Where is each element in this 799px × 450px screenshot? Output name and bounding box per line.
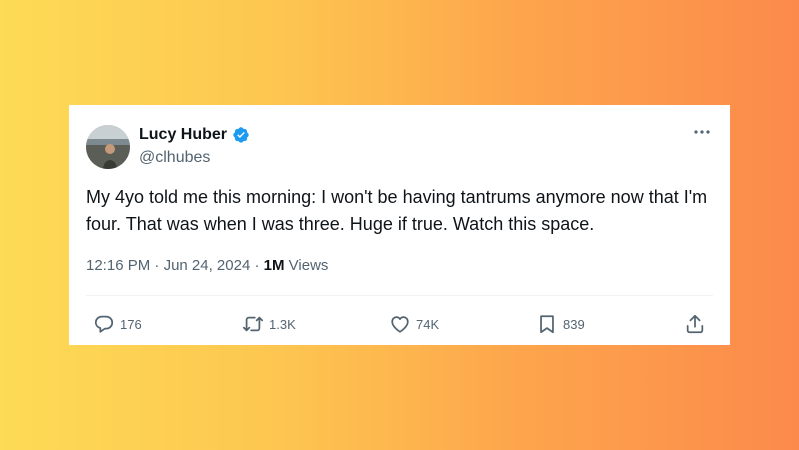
bookmark-count: 839 bbox=[563, 316, 585, 332]
retweet-count: 1.3K bbox=[269, 316, 296, 332]
views-label: Views bbox=[288, 257, 329, 274]
divider bbox=[86, 295, 713, 296]
reply-button[interactable]: 176 bbox=[93, 313, 142, 335]
reply-icon bbox=[93, 313, 115, 335]
bookmark-icon bbox=[536, 313, 558, 335]
reply-count: 176 bbox=[120, 316, 142, 332]
avatar[interactable] bbox=[86, 125, 130, 169]
retweet-button[interactable]: 1.3K bbox=[242, 313, 296, 335]
heart-icon bbox=[389, 313, 411, 335]
share-icon bbox=[684, 313, 706, 335]
tweet-date[interactable]: Jun 24, 2024 bbox=[164, 257, 251, 274]
like-button[interactable]: 74K bbox=[389, 313, 439, 335]
tweet-time[interactable]: 12:16 PM bbox=[86, 257, 150, 274]
retweet-icon bbox=[242, 313, 264, 335]
share-button[interactable] bbox=[684, 313, 706, 335]
avatar-image bbox=[86, 125, 130, 169]
meta-separator: · bbox=[154, 257, 160, 274]
tweet-meta: 12:16 PM · Jun 24, 2024 · 1M Views bbox=[86, 256, 328, 276]
author-handle[interactable]: @clhubes bbox=[139, 148, 210, 168]
views-count: 1M bbox=[263, 257, 285, 274]
meta-separator: · bbox=[254, 257, 260, 274]
author-name[interactable]: Lucy Huber bbox=[139, 125, 227, 145]
tweet-text: My 4yo told me this morning: I won't be … bbox=[86, 187, 708, 234]
tweet-card[interactable]: Lucy Huber @clhubes My 4yo told me this … bbox=[69, 105, 730, 345]
action-bar: 176 1.3K 74K 839 bbox=[86, 313, 713, 335]
like-count: 74K bbox=[416, 316, 440, 332]
more-options-icon[interactable] bbox=[692, 124, 712, 140]
bookmark-button[interactable]: 839 bbox=[536, 313, 585, 335]
verified-badge-icon bbox=[232, 126, 250, 144]
